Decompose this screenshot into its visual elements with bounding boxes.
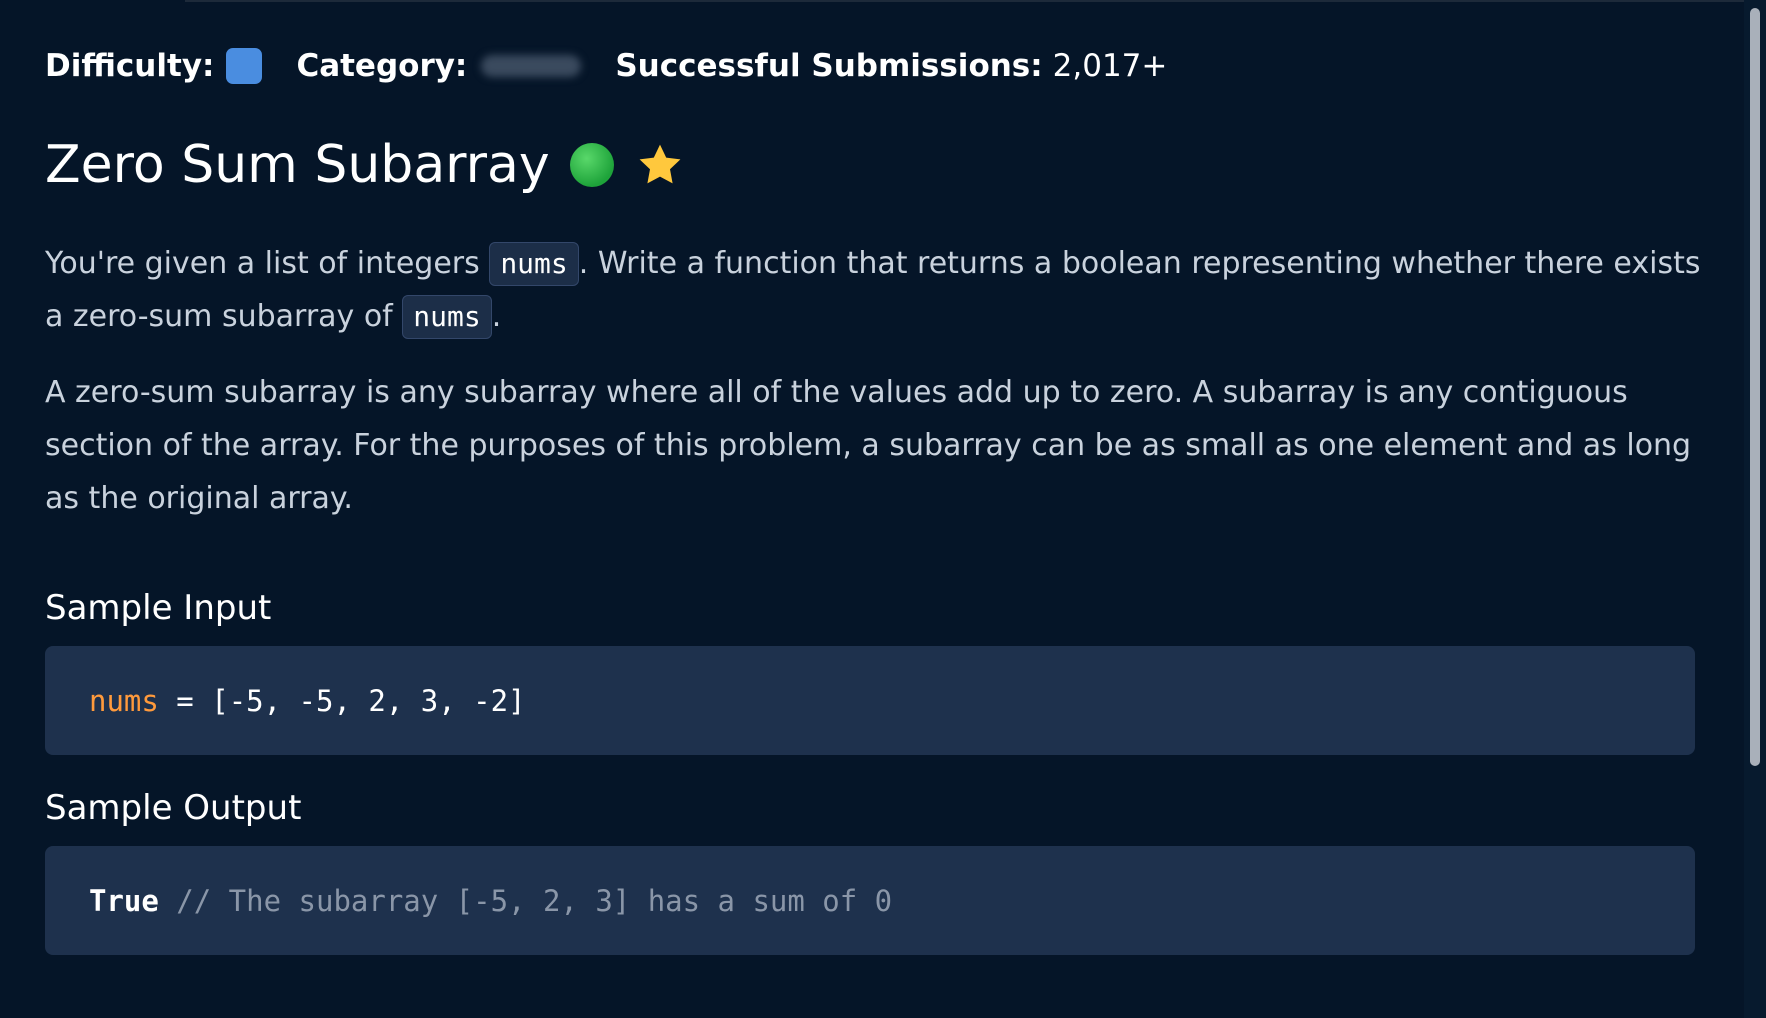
code-comment: // The subarray [-5, 2, 3] has a sum of … xyxy=(158,883,893,918)
completion-status-icon xyxy=(569,143,614,187)
description-text: . xyxy=(491,299,502,334)
submissions-value: 2,017+ xyxy=(1052,48,1168,84)
problem-description: You're given a list of integers nums. Wr… xyxy=(45,237,1705,343)
scrollbar-thumb[interactable] xyxy=(1750,8,1760,766)
problem-page: Difficulty: Category: Successful Submiss… xyxy=(0,0,1766,1018)
sample-input-heading: Sample Input xyxy=(45,588,272,628)
problem-definition: A zero-sum subarray is any subarray wher… xyxy=(45,375,1692,516)
inline-code-nums: nums xyxy=(489,242,579,286)
sample-input-code: nums = [-5, -5, 2, 3, -2] xyxy=(45,646,1695,755)
inline-code-nums: nums xyxy=(402,295,492,339)
difficulty-indicator xyxy=(226,48,263,84)
code-operator: = xyxy=(158,683,212,718)
sample-output-heading: Sample Output xyxy=(45,788,302,828)
category-label: Category: xyxy=(296,48,468,84)
page-title: Zero Sum Subarray xyxy=(45,135,550,195)
problem-meta-bar: Difficulty: Category: Successful Submiss… xyxy=(45,48,1167,84)
category-value-blurred xyxy=(481,55,582,77)
code-array: [-5, -5, 2, 3, -2] xyxy=(211,683,526,718)
code-variable: nums xyxy=(89,683,159,718)
code-boolean: True xyxy=(89,883,159,918)
star-icon[interactable] xyxy=(636,141,684,189)
description-text: You're given a list of integers xyxy=(45,246,490,281)
title-row: Zero Sum Subarray xyxy=(45,135,684,195)
difficulty-label: Difficulty: xyxy=(45,48,215,84)
submissions-label: Successful Submissions: xyxy=(615,48,1043,84)
scrollbar[interactable] xyxy=(1744,0,1766,1018)
sample-output-code: True // The subarray [-5, 2, 3] has a su… xyxy=(45,846,1695,955)
top-divider xyxy=(185,0,1745,2)
